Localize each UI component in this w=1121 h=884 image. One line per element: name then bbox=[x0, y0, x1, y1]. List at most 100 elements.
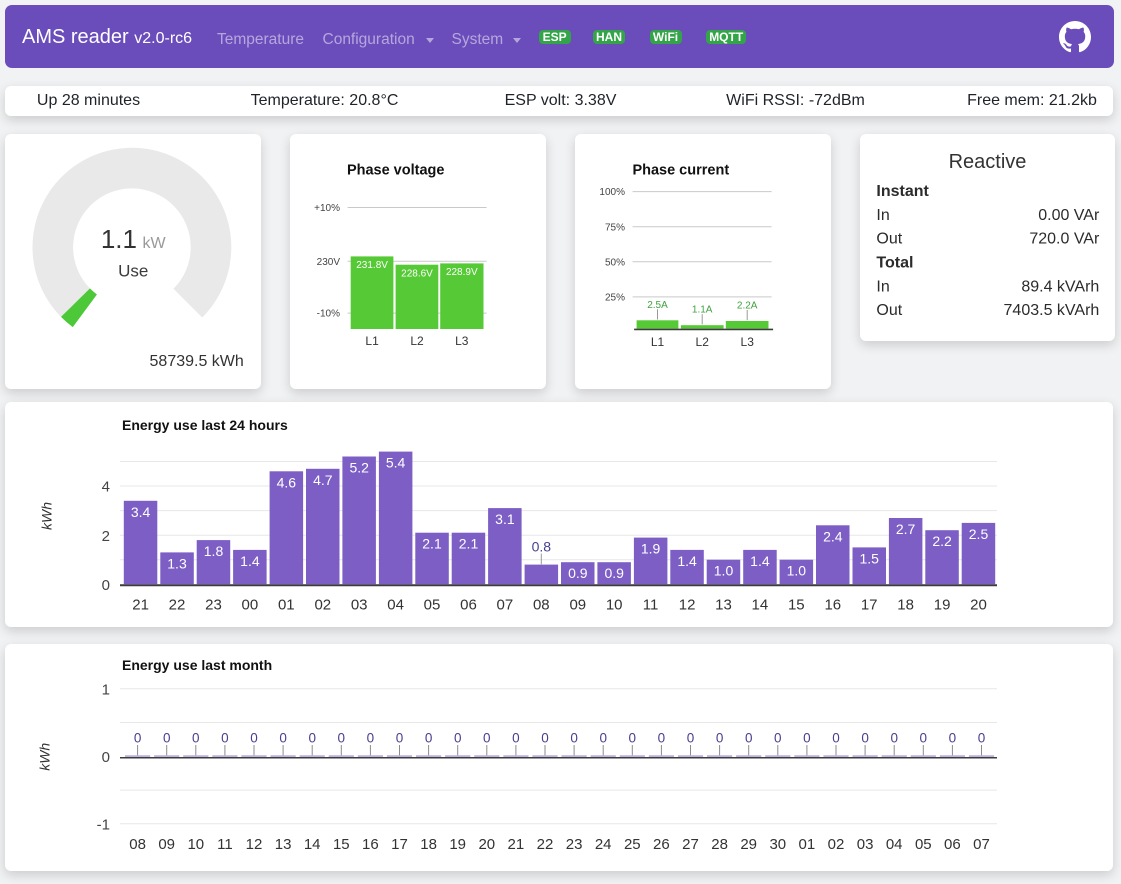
svg-text:03: 03 bbox=[857, 836, 874, 853]
svg-text:Out: Out bbox=[876, 302, 902, 319]
svg-text:09: 09 bbox=[569, 596, 586, 613]
svg-text:06: 06 bbox=[944, 836, 961, 853]
svg-text:12: 12 bbox=[679, 596, 696, 613]
svg-text:0: 0 bbox=[134, 731, 142, 746]
svg-text:10: 10 bbox=[187, 836, 204, 853]
svg-text:21: 21 bbox=[132, 596, 149, 613]
svg-text:14: 14 bbox=[304, 836, 321, 853]
svg-text:0.00 VAr: 0.00 VAr bbox=[1038, 207, 1100, 224]
svg-text:L3: L3 bbox=[455, 334, 469, 348]
svg-text:89.4 kVArh: 89.4 kVArh bbox=[1021, 278, 1099, 295]
svg-text:0: 0 bbox=[512, 731, 520, 746]
svg-text:230V: 230V bbox=[317, 257, 341, 268]
svg-text:0: 0 bbox=[629, 731, 637, 746]
svg-text:2.4: 2.4 bbox=[823, 528, 843, 544]
svg-text:0: 0 bbox=[570, 731, 578, 746]
svg-text:720.0 VAr: 720.0 VAr bbox=[1029, 231, 1100, 248]
svg-text:5.4: 5.4 bbox=[386, 455, 406, 471]
svg-text:16: 16 bbox=[362, 836, 379, 853]
svg-text:0: 0 bbox=[745, 731, 753, 746]
svg-text:1.1A: 1.1A bbox=[692, 305, 713, 316]
svg-text:0: 0 bbox=[803, 731, 811, 746]
svg-text:15: 15 bbox=[333, 836, 350, 853]
svg-text:01: 01 bbox=[799, 836, 816, 853]
svg-text:4.7: 4.7 bbox=[313, 472, 333, 488]
svg-text:0: 0 bbox=[102, 577, 110, 594]
svg-text:Instant: Instant bbox=[876, 183, 929, 200]
svg-text:2.1: 2.1 bbox=[459, 536, 479, 552]
svg-text:-10%: -10% bbox=[317, 309, 340, 320]
svg-text:05: 05 bbox=[424, 596, 441, 613]
svg-text:0: 0 bbox=[599, 731, 607, 746]
svg-text:231.8V: 231.8V bbox=[356, 260, 388, 271]
svg-text:1.1: 1.1 bbox=[101, 224, 137, 254]
svg-text:1.0: 1.0 bbox=[787, 563, 807, 579]
svg-text:10: 10 bbox=[606, 596, 623, 613]
svg-text:26: 26 bbox=[653, 836, 670, 853]
svg-text:kW: kW bbox=[143, 235, 167, 252]
svg-text:07: 07 bbox=[973, 836, 990, 853]
svg-text:75%: 75% bbox=[605, 222, 625, 233]
svg-text:13: 13 bbox=[275, 836, 292, 853]
svg-text:22: 22 bbox=[537, 836, 554, 853]
svg-text:0: 0 bbox=[890, 731, 898, 746]
svg-text:1.3: 1.3 bbox=[167, 555, 187, 571]
svg-text:0: 0 bbox=[658, 731, 666, 746]
svg-text:24: 24 bbox=[595, 836, 612, 853]
svg-text:1.0: 1.0 bbox=[714, 563, 734, 579]
svg-text:In: In bbox=[876, 278, 889, 295]
svg-text:0: 0 bbox=[541, 731, 549, 746]
svg-text:14: 14 bbox=[752, 596, 769, 613]
svg-text:0: 0 bbox=[483, 731, 491, 746]
svg-text:L2: L2 bbox=[410, 334, 424, 348]
svg-text:1.8: 1.8 bbox=[204, 543, 224, 559]
svg-text:13: 13 bbox=[715, 596, 732, 613]
svg-text:02: 02 bbox=[828, 836, 845, 853]
svg-text:+10%: +10% bbox=[314, 203, 340, 214]
svg-text:23: 23 bbox=[566, 836, 583, 853]
svg-text:0.9: 0.9 bbox=[568, 565, 588, 581]
svg-text:16: 16 bbox=[824, 596, 841, 613]
svg-text:27: 27 bbox=[682, 836, 699, 853]
svg-text:0: 0 bbox=[832, 731, 840, 746]
svg-text:2.5: 2.5 bbox=[969, 526, 989, 542]
svg-text:-1: -1 bbox=[97, 816, 110, 833]
svg-text:0: 0 bbox=[367, 731, 375, 746]
svg-text:08: 08 bbox=[129, 836, 146, 853]
svg-text:0: 0 bbox=[920, 731, 928, 746]
svg-text:15: 15 bbox=[788, 596, 805, 613]
svg-text:0: 0 bbox=[978, 731, 986, 746]
svg-text:0.9: 0.9 bbox=[604, 565, 624, 581]
svg-text:7403.5 kVArh: 7403.5 kVArh bbox=[1004, 302, 1100, 319]
svg-text:3.1: 3.1 bbox=[495, 511, 515, 527]
svg-text:50%: 50% bbox=[605, 257, 625, 268]
svg-text:0: 0 bbox=[338, 731, 346, 746]
svg-text:100%: 100% bbox=[599, 187, 625, 198]
svg-text:2.2: 2.2 bbox=[932, 533, 952, 549]
svg-text:20: 20 bbox=[970, 596, 987, 613]
svg-text:0: 0 bbox=[279, 731, 287, 746]
svg-text:25%: 25% bbox=[605, 293, 625, 304]
svg-text:0: 0 bbox=[454, 731, 462, 746]
svg-text:In: In bbox=[876, 207, 889, 224]
svg-text:25: 25 bbox=[624, 836, 641, 853]
svg-text:04: 04 bbox=[886, 836, 903, 853]
svg-text:1.4: 1.4 bbox=[750, 553, 770, 569]
svg-text:Phase voltage: Phase voltage bbox=[347, 163, 445, 179]
svg-text:0: 0 bbox=[102, 749, 110, 766]
svg-text:4.6: 4.6 bbox=[277, 474, 297, 490]
svg-text:20: 20 bbox=[478, 836, 495, 853]
svg-text:0: 0 bbox=[221, 731, 229, 746]
svg-text:0: 0 bbox=[250, 731, 258, 746]
svg-text:07: 07 bbox=[497, 596, 514, 613]
svg-text:kWh: kWh bbox=[39, 502, 55, 530]
svg-text:05: 05 bbox=[915, 836, 932, 853]
svg-text:17: 17 bbox=[391, 836, 408, 853]
svg-text:0: 0 bbox=[861, 731, 869, 746]
svg-text:0: 0 bbox=[425, 731, 433, 746]
svg-text:0: 0 bbox=[396, 731, 404, 746]
svg-text:228.9V: 228.9V bbox=[446, 267, 478, 278]
svg-text:0: 0 bbox=[774, 731, 782, 746]
svg-text:Energy use last month: Energy use last month bbox=[122, 657, 272, 673]
svg-text:03: 03 bbox=[351, 596, 368, 613]
